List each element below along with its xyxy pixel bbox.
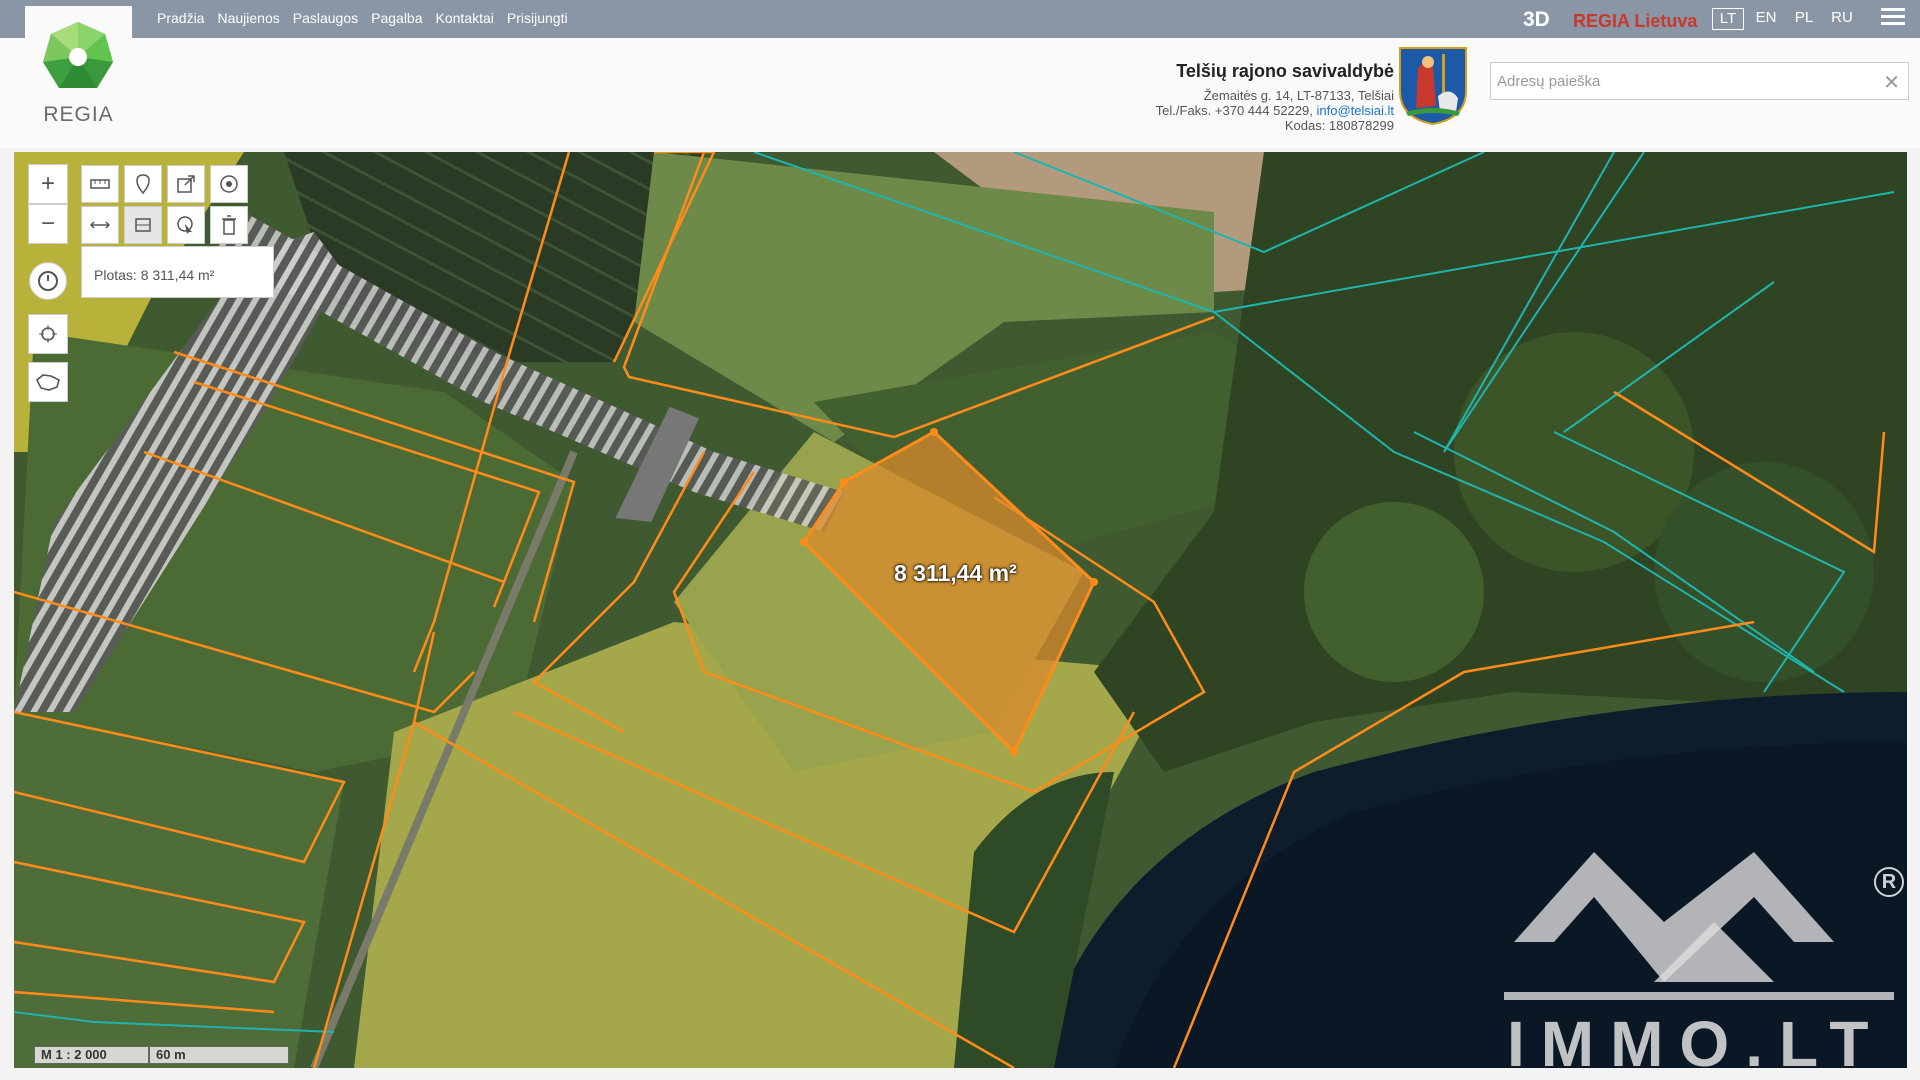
municipality-email-link[interactable]: info@telsiai.lt bbox=[1316, 103, 1394, 118]
municipality-address: Žemaitės g. 14, LT-87133, Telšiai bbox=[1203, 88, 1394, 103]
lithuania-map-icon bbox=[36, 374, 60, 391]
measure-tool-button[interactable] bbox=[81, 165, 119, 203]
measure-distance-button[interactable] bbox=[81, 206, 119, 244]
page-header: Telšių rajono savivaldybė Žemaitės g. 14… bbox=[0, 38, 1920, 148]
language-switcher: LT EN PL RU bbox=[1712, 8, 1858, 30]
nav-link-kontaktai[interactable]: Kontaktai bbox=[436, 10, 494, 26]
ruler-icon bbox=[90, 179, 110, 189]
cursor-select-icon bbox=[177, 216, 193, 234]
select-point-button[interactable] bbox=[210, 165, 248, 203]
lithuania-extent-button[interactable] bbox=[28, 362, 68, 402]
clock-icon bbox=[38, 271, 58, 291]
language-lt[interactable]: LT bbox=[1712, 8, 1744, 30]
regia-logo-icon bbox=[43, 22, 113, 88]
top-navigation-bar: Pradžia Naujienos Paslaugos Pagalba Kont… bbox=[0, 0, 1920, 38]
municipality-phone: Tel./Faks. +370 444 52229, bbox=[1155, 103, 1313, 118]
address-search-input[interactable] bbox=[1491, 63, 1871, 99]
nav-link-prisijungti[interactable]: Prisijungti bbox=[507, 10, 568, 26]
municipality-contacts: Tel./Faks. +370 444 52229, info@telsiai.… bbox=[1156, 103, 1394, 118]
share-icon bbox=[177, 175, 195, 193]
nav-link-pradzia[interactable]: Pradžia bbox=[157, 10, 204, 26]
area-icon bbox=[135, 218, 151, 232]
logo-text: REGIA bbox=[43, 103, 114, 126]
share-button[interactable] bbox=[167, 165, 205, 203]
municipality-info: Telšių rajono savivaldybė Žemaitės g. 14… bbox=[1156, 61, 1394, 133]
map-viewport[interactable]: + − Plotas: 8 311,44 m² 8 311,44 m² M 1 … bbox=[14, 152, 1907, 1068]
regia-lietuva-link[interactable]: REGIA Lietuva bbox=[1573, 11, 1697, 32]
main-nav: Pradžia Naujienos Paslaugos Pagalba Kont… bbox=[157, 10, 568, 26]
nav-link-pagalba[interactable]: Pagalba bbox=[371, 10, 422, 26]
scale-distance: 60 m bbox=[149, 1046, 289, 1064]
nav-link-paslaugos[interactable]: Paslaugos bbox=[293, 10, 358, 26]
nav-link-naujienos[interactable]: Naujienos bbox=[217, 10, 279, 26]
aerial-map-layer bbox=[14, 152, 1907, 1068]
distance-icon bbox=[89, 221, 111, 229]
locate-button[interactable] bbox=[28, 314, 68, 354]
delete-measurement-button[interactable] bbox=[210, 206, 248, 244]
3d-view-button[interactable]: 3D bbox=[1523, 8, 1550, 32]
scale-bar: M 1 : 2 000 60 m bbox=[34, 1046, 289, 1064]
language-pl[interactable]: PL bbox=[1788, 8, 1820, 30]
municipality-name: Telšių rajono savivaldybė bbox=[1176, 61, 1394, 81]
area-measurement-info: Plotas: 8 311,44 m² bbox=[81, 246, 274, 298]
regia-logo[interactable]: REGIA bbox=[25, 6, 132, 132]
clear-search-icon[interactable]: ✕ bbox=[1883, 70, 1900, 95]
address-search-box: ✕ bbox=[1490, 62, 1909, 100]
language-ru[interactable]: RU bbox=[1826, 8, 1858, 30]
registered-trademark-icon: R bbox=[1874, 867, 1904, 897]
municipality-code: Kodas: 180878299 bbox=[1284, 118, 1394, 133]
selected-parcel-area-label: 8 311,44 m² bbox=[894, 560, 1017, 586]
pin-icon bbox=[136, 174, 150, 194]
scale-ratio: M 1 : 2 000 bbox=[34, 1046, 149, 1064]
select-parcel-button[interactable] bbox=[167, 206, 205, 244]
target-icon bbox=[220, 175, 238, 193]
place-marker-button[interactable] bbox=[124, 165, 162, 203]
measure-area-button[interactable] bbox=[124, 206, 162, 244]
hamburger-menu-icon[interactable] bbox=[1881, 8, 1905, 28]
zoom-in-button[interactable]: + bbox=[28, 164, 68, 204]
trash-icon bbox=[222, 215, 236, 235]
zoom-out-button[interactable]: − bbox=[28, 204, 68, 244]
crosshair-icon bbox=[39, 325, 57, 343]
language-en[interactable]: EN bbox=[1750, 8, 1782, 30]
coat-of-arms-icon bbox=[1399, 47, 1467, 126]
history-button[interactable] bbox=[29, 262, 67, 300]
immo-watermark: IMMO.LT bbox=[1507, 1008, 1885, 1068]
